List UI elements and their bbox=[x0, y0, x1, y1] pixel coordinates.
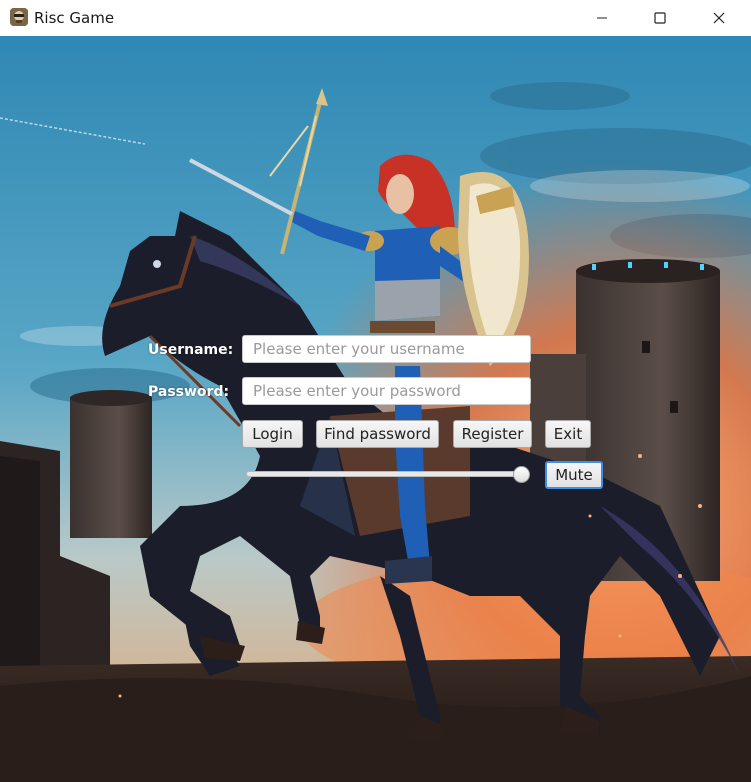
exit-button[interactable]: Exit bbox=[545, 420, 591, 448]
maximize-icon bbox=[654, 12, 666, 24]
mute-button[interactable]: Mute bbox=[545, 461, 603, 489]
knight-on-horse-illustration bbox=[0, 36, 751, 782]
username-label: Username: bbox=[148, 342, 234, 358]
window-title: Risc Game bbox=[34, 9, 115, 27]
maximize-button[interactable] bbox=[631, 0, 689, 36]
password-input[interactable] bbox=[242, 377, 531, 405]
game-window: Risc Game Username: Password: Please ent… bbox=[0, 0, 751, 782]
username-input[interactable] bbox=[242, 335, 531, 363]
find-password-button[interactable]: Find password bbox=[316, 420, 439, 448]
close-icon bbox=[713, 12, 725, 24]
close-button[interactable] bbox=[690, 0, 748, 36]
register-button[interactable]: Register bbox=[453, 420, 532, 448]
volume-slider-thumb[interactable] bbox=[513, 466, 530, 483]
minimize-button[interactable] bbox=[573, 0, 631, 36]
login-button[interactable]: Login bbox=[242, 420, 303, 448]
title-bar[interactable]: Risc Game bbox=[0, 0, 751, 36]
password-label: Password: bbox=[148, 384, 230, 400]
minimize-icon bbox=[596, 12, 608, 24]
app-logo-icon bbox=[10, 8, 28, 26]
background-artwork bbox=[0, 36, 751, 782]
volume-slider-track[interactable] bbox=[246, 471, 526, 477]
